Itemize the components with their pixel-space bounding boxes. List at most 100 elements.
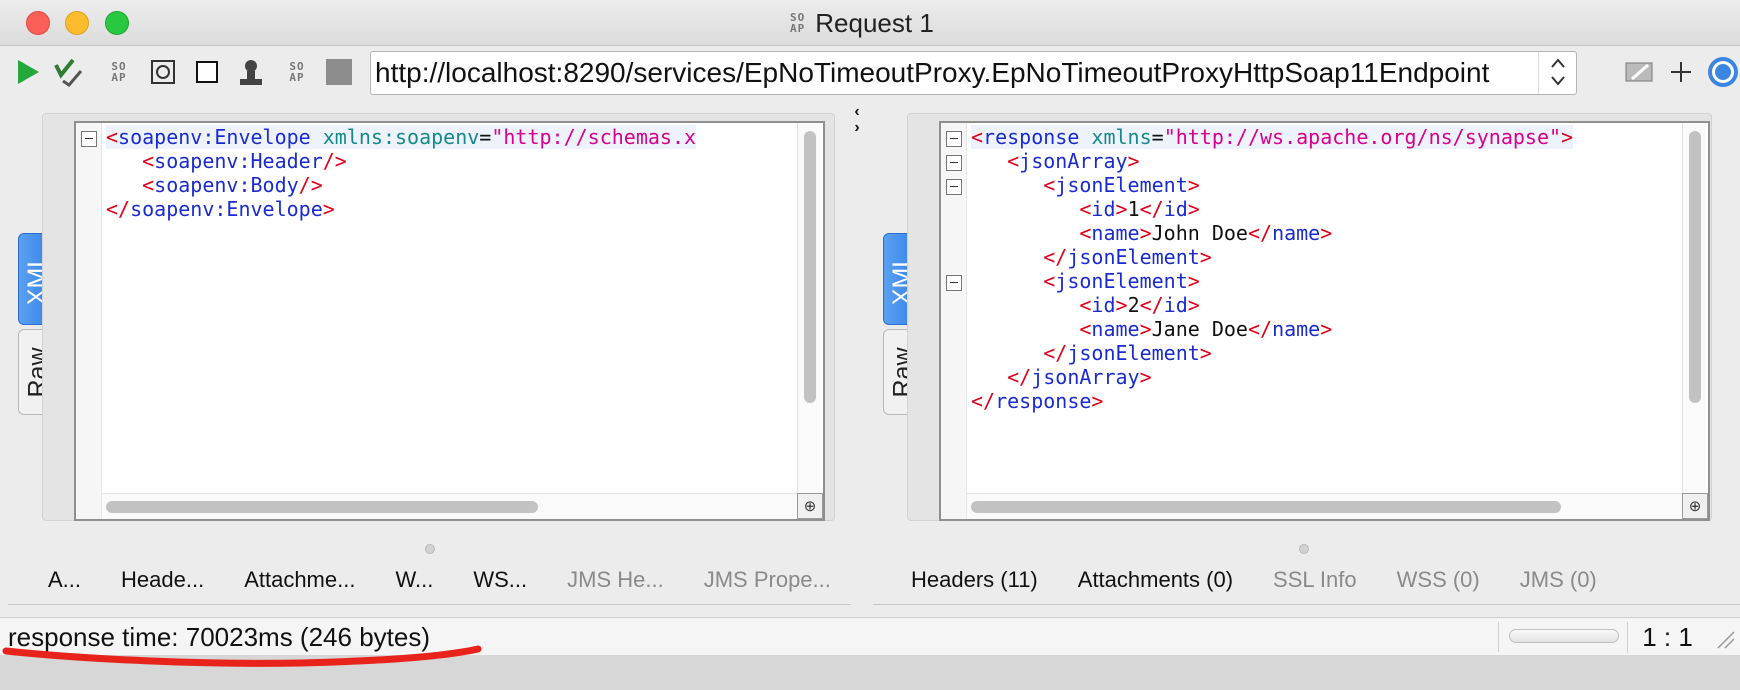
code-token: > bbox=[1127, 149, 1140, 173]
response-editor-gutter bbox=[941, 123, 967, 519]
code-token: < bbox=[1043, 173, 1056, 197]
request_bottom_tabs-tab[interactable]: WS... bbox=[473, 567, 567, 593]
response_bottom_tabs-tab[interactable]: Attachments (0) bbox=[1078, 567, 1273, 593]
request-xml-editor[interactable]: <soapenv:Envelope xmlns:soapenv="http://… bbox=[74, 121, 825, 521]
response-horizontal-scroll-thumb[interactable] bbox=[971, 501, 1561, 513]
request-horizontal-scrollbar[interactable] bbox=[102, 493, 797, 519]
endpoint-settings-button[interactable] bbox=[1622, 55, 1656, 89]
code-token: jsonArray bbox=[1031, 365, 1140, 389]
code-token: response bbox=[995, 389, 1092, 413]
code-token: Jane Doe bbox=[1151, 317, 1248, 341]
soapui-request-window: SO AP Request 1 SO AP SO AP http://local… bbox=[0, 0, 1740, 655]
fold-toggle[interactable] bbox=[81, 131, 97, 147]
pane-splitter-arrows[interactable]: ‹ › bbox=[850, 104, 864, 140]
response-editor-options-icon[interactable]: ⊕ bbox=[1682, 493, 1708, 519]
fold-toggle[interactable] bbox=[946, 155, 962, 171]
code-token: > bbox=[1139, 221, 1152, 245]
create-soap-template-button[interactable]: SO AP bbox=[102, 55, 136, 89]
code-token: 1 bbox=[1127, 197, 1140, 221]
code-token: < bbox=[142, 173, 155, 197]
code-token: > bbox=[1187, 173, 1200, 197]
response-xml-editor[interactable]: <response xmlns="http://ws.apache.org/ns… bbox=[939, 121, 1710, 521]
fold-toggle[interactable] bbox=[946, 131, 962, 147]
code-token: > bbox=[1320, 221, 1333, 245]
request-vertical-scrollbar[interactable] bbox=[797, 123, 821, 493]
code-token: xmlns:soapenv bbox=[322, 125, 480, 149]
stop-button[interactable] bbox=[190, 55, 224, 89]
response-vertical-scrollbar[interactable] bbox=[1682, 123, 1706, 493]
code-token: = bbox=[1151, 125, 1164, 149]
response-horizontal-scrollbar[interactable] bbox=[967, 493, 1682, 519]
code-token: id bbox=[1163, 293, 1188, 317]
request-splitter-handle[interactable] bbox=[425, 544, 435, 554]
request_bottom_tabs-tab[interactable]: W... bbox=[395, 567, 473, 593]
request-code-line: <soapenv:Envelope xmlns:soapenv="http://… bbox=[106, 125, 697, 149]
window-title: Request 1 bbox=[815, 7, 934, 38]
code-token: > bbox=[1139, 317, 1152, 341]
fold-toggle[interactable] bbox=[946, 275, 962, 291]
request-code: <soapenv:Envelope xmlns:soapenv="http://… bbox=[106, 125, 697, 221]
request-vertical-scroll-thumb[interactable] bbox=[804, 131, 816, 403]
response-vertical-scroll-thumb[interactable] bbox=[1689, 131, 1701, 403]
url-dropdown-stepper[interactable] bbox=[1538, 52, 1576, 94]
request_bottom_tabs-tab[interactable]: Heade... bbox=[121, 567, 244, 593]
request_bottom_tabs-tab[interactable]: Attachme... bbox=[244, 567, 395, 593]
add-endpoint-button[interactable] bbox=[1664, 55, 1698, 89]
code-token: < bbox=[142, 149, 155, 173]
request-editor-gutter bbox=[76, 123, 102, 519]
request_bottom_tabs-tab[interactable]: JMS Prope... bbox=[704, 567, 871, 593]
response_bottom_tabs-tab[interactable]: JMS (0) bbox=[1520, 567, 1637, 593]
response-code-line: <jsonElement> bbox=[971, 269, 1573, 293]
response-code-line: </jsonArray> bbox=[971, 365, 1573, 389]
response-code-line: </jsonElement> bbox=[971, 341, 1573, 365]
response_bottom_tabs-tab[interactable]: Headers (11) bbox=[911, 567, 1078, 593]
wsdl-update-button[interactable] bbox=[146, 55, 180, 89]
request-editor-options-icon[interactable]: ⊕ bbox=[797, 493, 823, 519]
code-token: id bbox=[1091, 197, 1116, 221]
code-token: < bbox=[1079, 197, 1092, 221]
response-code-line: <name>Jane Doe</name> bbox=[971, 317, 1573, 341]
response-code: <response xmlns="http://ws.apache.org/ns… bbox=[971, 125, 1574, 413]
code-token: </ bbox=[971, 389, 996, 413]
response-code-line: <jsonArray> bbox=[971, 149, 1573, 173]
code-token: /> bbox=[322, 149, 347, 173]
cancel-button[interactable] bbox=[322, 55, 356, 89]
zoom-window-button[interactable] bbox=[105, 11, 129, 35]
request_bottom_tabs-tab[interactable]: A... bbox=[48, 567, 121, 593]
help-button[interactable] bbox=[1706, 55, 1740, 89]
help-icon bbox=[1708, 57, 1738, 87]
code-token: < bbox=[971, 125, 984, 149]
code-token: < bbox=[1079, 293, 1092, 317]
response-code-line: <id>2</id> bbox=[971, 293, 1573, 317]
resize-grip-icon[interactable] bbox=[1714, 628, 1736, 650]
submit-request-button[interactable] bbox=[10, 55, 44, 89]
fold-toggle[interactable] bbox=[946, 179, 962, 195]
code-token: jsonArray bbox=[1019, 149, 1128, 173]
close-window-button[interactable] bbox=[26, 11, 50, 35]
soap-request-icon: SO AP bbox=[790, 11, 806, 35]
minimize-window-button[interactable] bbox=[65, 11, 89, 35]
code-token: < bbox=[106, 125, 119, 149]
user-stamp-icon bbox=[240, 60, 262, 85]
request_bottom_tabs-tab[interactable]: JMS He... bbox=[567, 567, 704, 593]
response-code-line: <response xmlns="http://ws.apache.org/ns… bbox=[971, 125, 1574, 149]
add-assertion-button[interactable] bbox=[52, 55, 86, 89]
code-token: </ bbox=[1247, 221, 1273, 245]
code-token: soapenv:Body bbox=[154, 173, 299, 197]
code-token: </ bbox=[1043, 341, 1068, 365]
request-horizontal-scroll-thumb[interactable] bbox=[106, 501, 538, 513]
response_bottom_tabs-tab[interactable]: SSL Info bbox=[1273, 567, 1397, 593]
request-bottom-tabs: A... Heade... Attachme... W... WS... JMS He..… bbox=[8, 555, 851, 605]
progress-indicator bbox=[1509, 629, 1619, 643]
code-token: xmlns bbox=[1091, 125, 1152, 149]
soap-action-button[interactable]: SO AP bbox=[280, 55, 314, 89]
code-token: 2 bbox=[1127, 293, 1140, 317]
response_bottom_tabs-tab[interactable]: WSS (0) bbox=[1397, 567, 1520, 593]
response-splitter-handle[interactable] bbox=[1299, 544, 1309, 554]
endpoint-url-combobox[interactable]: http://localhost:8290/services/EpNoTimeo… bbox=[370, 51, 1577, 95]
request-toolbar: SO AP SO AP http://localhost:8290/services… bbox=[0, 47, 1740, 99]
add-user-button[interactable] bbox=[234, 55, 268, 89]
